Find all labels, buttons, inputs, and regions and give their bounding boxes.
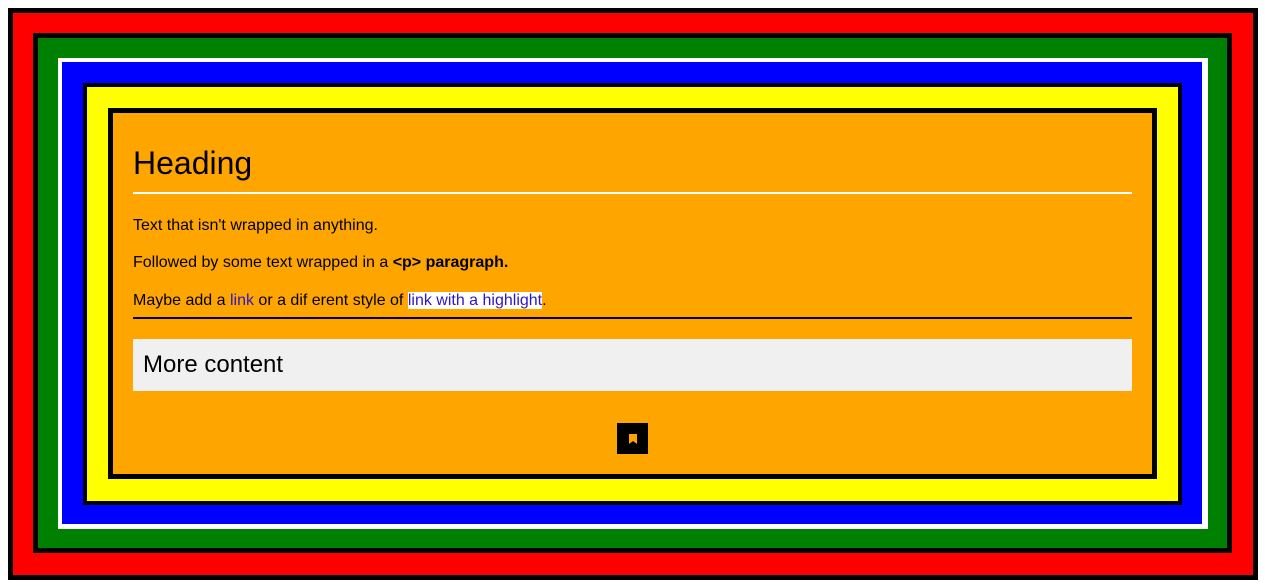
bookmark-icon[interactable] bbox=[617, 423, 648, 454]
paragraph-text: Followed by some text wrapped in a <p> p… bbox=[133, 253, 1132, 273]
page-heading: Heading bbox=[133, 140, 1132, 194]
links-prefix: Maybe add a bbox=[133, 292, 230, 309]
highlight-link[interactable]: link with a highlight bbox=[407, 292, 543, 309]
plain-text: Text that isn't wrapped in anything. bbox=[133, 217, 378, 234]
links-middle: or a dif erent style of bbox=[253, 292, 408, 309]
more-content-label: More content bbox=[143, 351, 284, 378]
text-link[interactable]: link bbox=[230, 292, 254, 309]
links-paragraph: Maybe add a link or a dif erent style of… bbox=[133, 291, 1132, 319]
main-content: Heading Text that isn't wrapped in anyth… bbox=[133, 140, 1132, 391]
paragraph-text-bold: <p> paragraph. bbox=[392, 254, 509, 271]
paragraph-text-prefix: Followed by some text wrapped in a bbox=[133, 254, 393, 271]
more-content-panel: More content bbox=[133, 339, 1132, 391]
links-suffix: . bbox=[542, 292, 547, 309]
